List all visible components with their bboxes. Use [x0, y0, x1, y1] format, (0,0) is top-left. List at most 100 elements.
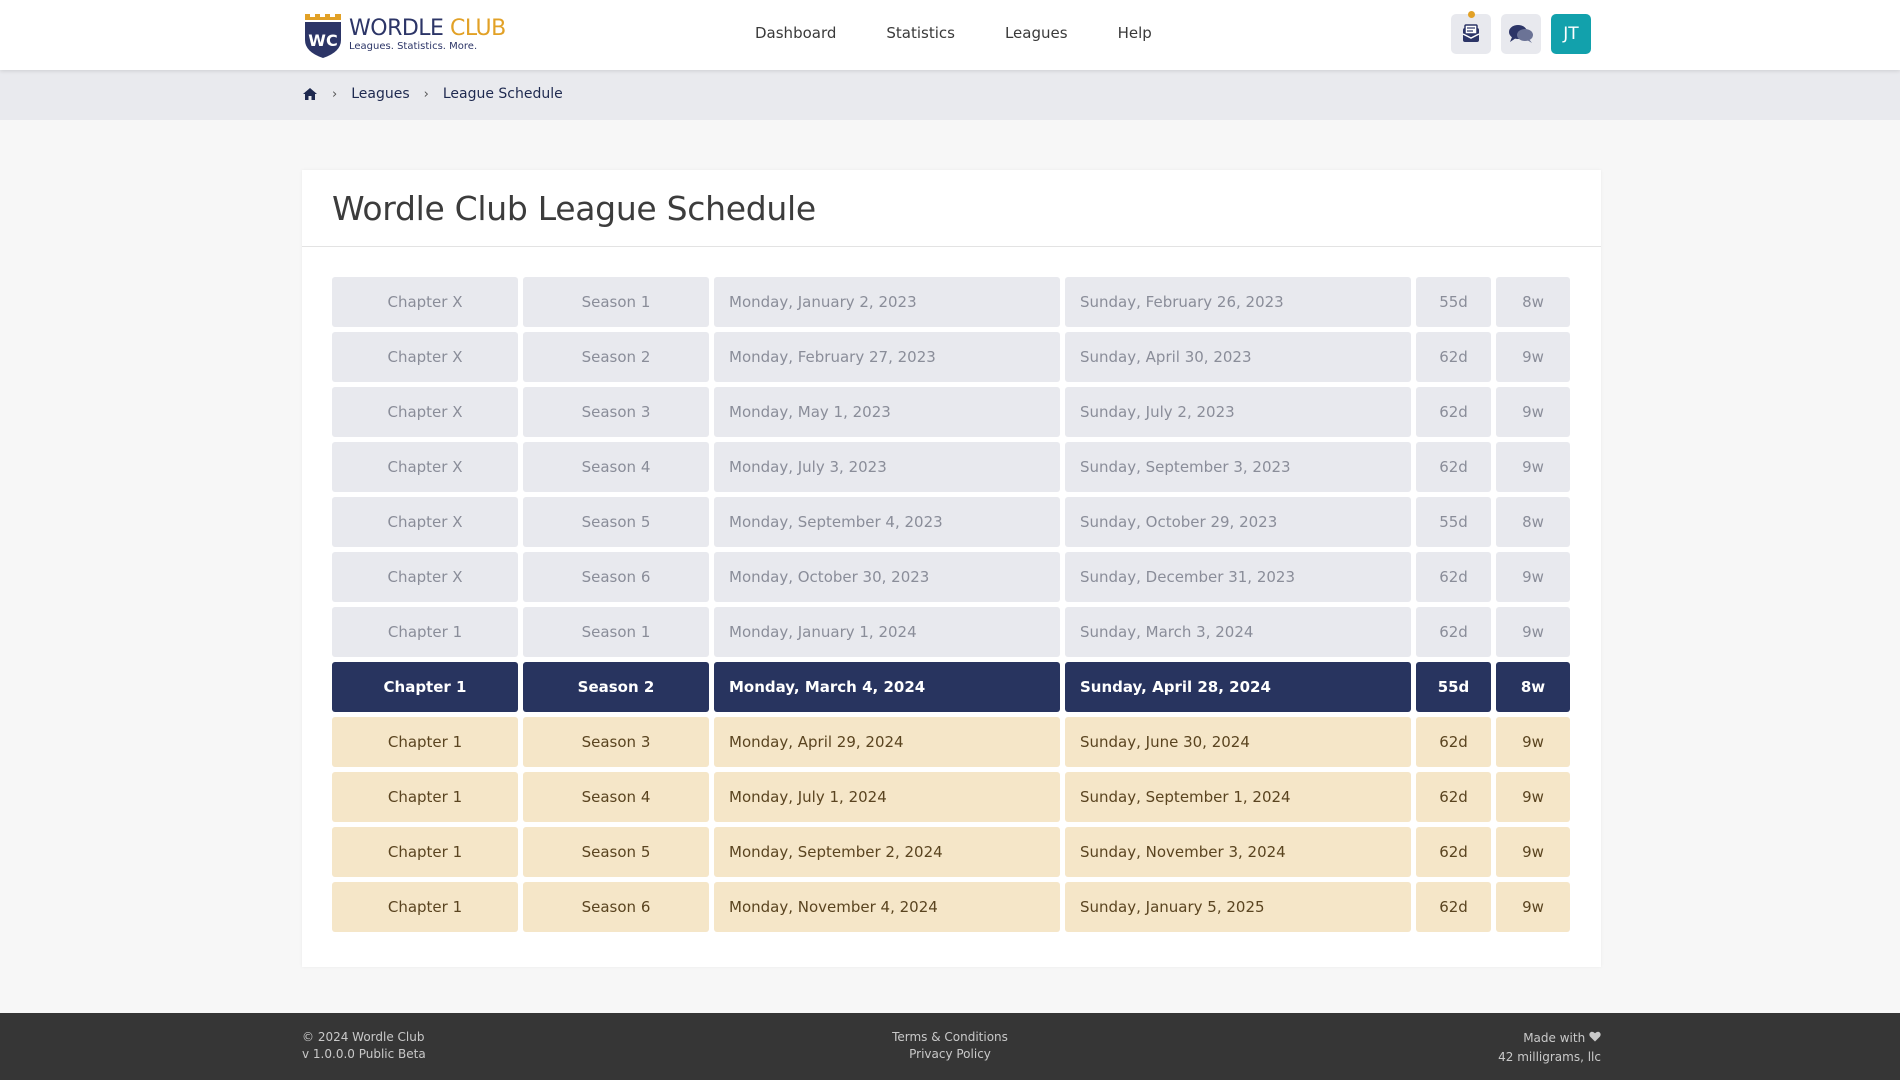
chapter-cell: Chapter X [332, 387, 518, 437]
top-navbar: WC WORDLE CLUB Leagues. Statistics. More… [0, 0, 1900, 70]
duration-weeks-cell: 9w [1496, 332, 1570, 382]
duration-days-cell: 62d [1416, 332, 1491, 382]
end-date-cell: Sunday, April 28, 2024 [1065, 662, 1411, 712]
chapter-cell: Chapter 1 [332, 772, 518, 822]
card-header: Wordle Club League Schedule [302, 170, 1601, 247]
schedule-table: Chapter X Season 1 Monday, January 2, 2023… [332, 277, 1570, 937]
nav-leagues[interactable]: Leagues [1005, 24, 1068, 42]
chapter-cell: Chapter 1 [332, 882, 518, 932]
season-cell: Season 2 [523, 662, 709, 712]
chat-icon [1509, 25, 1533, 43]
schedule-row: Chapter 1 Season 6 Monday, November 4, 202… [332, 882, 1570, 932]
duration-weeks-cell: 9w [1496, 772, 1570, 822]
duration-weeks-cell: 8w [1496, 662, 1570, 712]
duration-days-cell: 62d [1416, 827, 1491, 877]
duration-days-cell: 62d [1416, 607, 1491, 657]
breadcrumb-separator: › [332, 86, 338, 102]
breadcrumb-leagues[interactable]: Leagues [351, 86, 409, 102]
chapter-cell: Chapter X [332, 277, 518, 327]
schedule-row: Chapter 1 Season 4 Monday, July 1, 2024 Sun… [332, 772, 1570, 822]
inbox-button[interactable] [1451, 11, 1491, 54]
duration-weeks-cell: 9w [1496, 882, 1570, 932]
shield-logo-icon: WC [305, 14, 341, 58]
end-date-cell: Sunday, October 29, 2023 [1065, 497, 1411, 547]
chapter-cell: Chapter X [332, 442, 518, 492]
end-date-cell: Sunday, November 3, 2024 [1065, 827, 1411, 877]
nav-help[interactable]: Help [1118, 24, 1152, 42]
start-date-cell: Monday, January 2, 2023 [714, 277, 1060, 327]
page-title: Wordle Club League Schedule [332, 188, 816, 228]
duration-weeks-cell: 8w [1496, 497, 1570, 547]
start-date-cell: Monday, March 4, 2024 [714, 662, 1060, 712]
chapter-cell: Chapter 1 [332, 717, 518, 767]
end-date-cell: Sunday, December 31, 2023 [1065, 552, 1411, 602]
end-date-cell: Sunday, September 1, 2024 [1065, 772, 1411, 822]
logo-monogram: WC [308, 31, 337, 50]
season-cell: Season 4 [523, 442, 709, 492]
breadcrumb: › Leagues › League Schedule [302, 86, 563, 102]
breadcrumb-separator: › [423, 86, 429, 102]
main-nav: Dashboard Statistics Leagues Help [755, 24, 1202, 42]
chapter-cell: Chapter 1 [332, 607, 518, 657]
breadcrumb-bar: › Leagues › League Schedule [0, 70, 1900, 120]
breadcrumb-current: League Schedule [442, 86, 563, 102]
user-avatar[interactable]: JT [1551, 14, 1591, 54]
nav-statistics[interactable]: Statistics [886, 24, 955, 42]
duration-days-cell: 62d [1416, 387, 1491, 437]
start-date-cell: Monday, February 27, 2023 [714, 332, 1060, 382]
chapter-cell: Chapter X [332, 552, 518, 602]
duration-days-cell: 55d [1416, 277, 1491, 327]
schedule-row: Chapter X Season 5 Monday, September 4, 20… [332, 497, 1570, 547]
schedule-row: Chapter 1 Season 3 Monday, April 29, 2024 S… [332, 717, 1570, 767]
home-icon[interactable] [302, 87, 318, 101]
end-date-cell: Sunday, September 3, 2023 [1065, 442, 1411, 492]
start-date-cell: Monday, May 1, 2023 [714, 387, 1060, 437]
schedule-row: Chapter 1 Season 1 Monday, January 1, 2024… [332, 607, 1570, 657]
inbox-icon [1462, 24, 1480, 42]
start-date-cell: Monday, January 1, 2024 [714, 607, 1060, 657]
season-cell: Season 6 [523, 882, 709, 932]
end-date-cell: Sunday, April 30, 2023 [1065, 332, 1411, 382]
start-date-cell: Monday, July 1, 2024 [714, 772, 1060, 822]
duration-weeks-cell: 9w [1496, 387, 1570, 437]
schedule-row: Chapter X Season 1 Monday, January 2, 2023… [332, 277, 1570, 327]
chapter-cell: Chapter 1 [332, 827, 518, 877]
brand-name-club: CLUB [449, 16, 506, 41]
chat-button[interactable] [1501, 14, 1541, 54]
chapter-cell: Chapter X [332, 332, 518, 382]
duration-weeks-cell: 9w [1496, 717, 1570, 767]
end-date-cell: Sunday, January 5, 2025 [1065, 882, 1411, 932]
made-with: Made with [1523, 1031, 1586, 1045]
terms-link[interactable]: Terms & Conditions [892, 1030, 1008, 1044]
brand-name-wordle: WORDLE [349, 16, 444, 41]
season-cell: Season 5 [523, 827, 709, 877]
nav-dashboard[interactable]: Dashboard [755, 24, 836, 42]
duration-days-cell: 62d [1416, 772, 1491, 822]
season-cell: Season 1 [523, 277, 709, 327]
duration-days-cell: 62d [1416, 442, 1491, 492]
duration-weeks-cell: 9w [1496, 552, 1570, 602]
footer: © 2024 Wordle Club v 1.0.0.0 Public Beta… [0, 1013, 1900, 1080]
start-date-cell: Monday, October 30, 2023 [714, 552, 1060, 602]
footer-right: Made with 42 milligrams, llc [1498, 1029, 1601, 1067]
schedule-card: Wordle Club League Schedule Chapter X Sea… [302, 170, 1601, 967]
schedule-row: Chapter X Season 6 Monday, October 30, 202… [332, 552, 1570, 602]
header-actions: JT [1451, 11, 1591, 54]
schedule-row-current: Chapter 1 Season 2 Monday, March 4, 2024 Su… [332, 662, 1570, 712]
end-date-cell: Sunday, July 2, 2023 [1065, 387, 1411, 437]
season-cell: Season 3 [523, 717, 709, 767]
end-date-cell: Sunday, February 26, 2023 [1065, 277, 1411, 327]
privacy-link[interactable]: Privacy Policy [909, 1047, 991, 1061]
season-cell: Season 1 [523, 607, 709, 657]
schedule-row: Chapter X Season 4 Monday, July 3, 2023 Sun… [332, 442, 1570, 492]
duration-days-cell: 55d [1416, 662, 1491, 712]
season-cell: Season 5 [523, 497, 709, 547]
start-date-cell: Monday, July 3, 2023 [714, 442, 1060, 492]
brand-tagline: Leagues. Statistics. More. [349, 41, 478, 52]
brand-logo[interactable]: WC WORDLE CLUB Leagues. Statistics. More… [301, 10, 506, 60]
duration-weeks-cell: 9w [1496, 442, 1570, 492]
duration-days-cell: 62d [1416, 552, 1491, 602]
footer-links: Terms & Conditions Privacy Policy [0, 1029, 1900, 1063]
duration-weeks-cell: 9w [1496, 607, 1570, 657]
start-date-cell: Monday, April 29, 2024 [714, 717, 1060, 767]
